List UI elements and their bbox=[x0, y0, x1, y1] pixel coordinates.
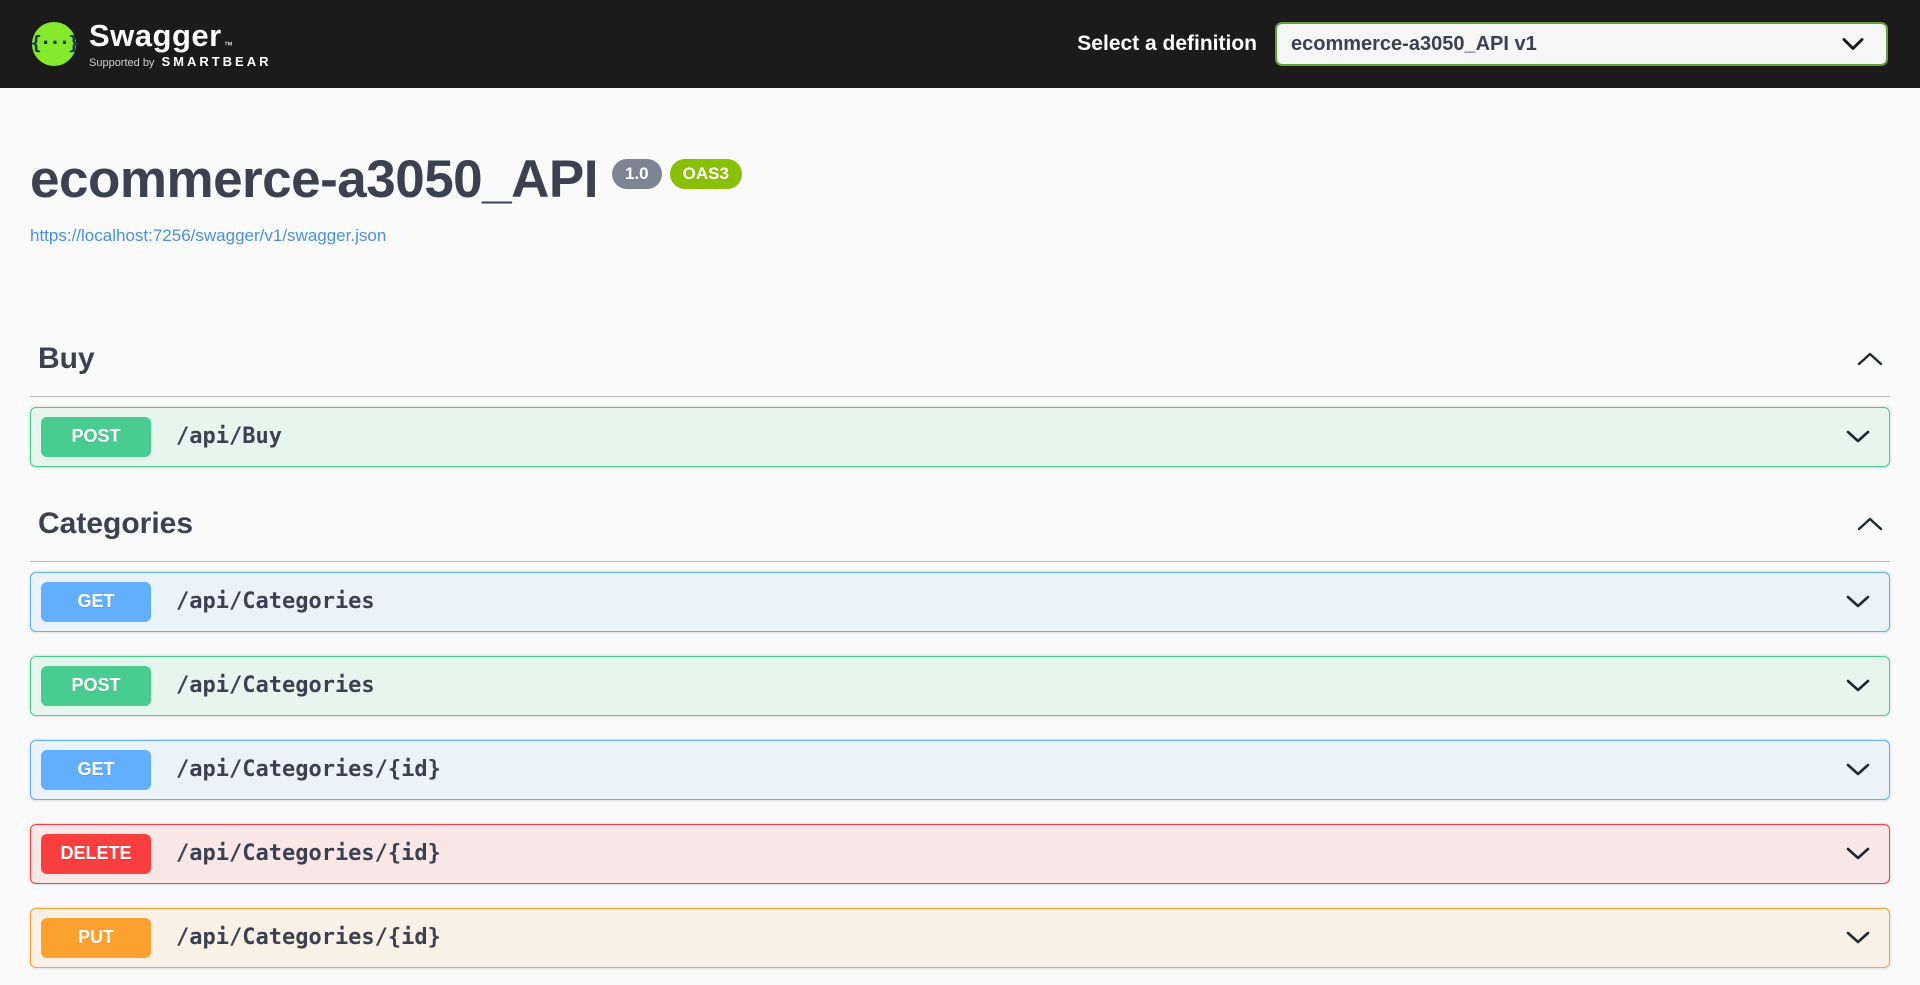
swagger-logo[interactable]: {···} Swagger ™ Supported by SMARTBEAR bbox=[32, 20, 272, 69]
expand-operation-button[interactable] bbox=[1845, 429, 1873, 444]
expand-operation-button[interactable] bbox=[1845, 594, 1873, 609]
page-title: ecommerce-a3050_API bbox=[30, 150, 598, 211]
chevron-up-icon bbox=[1856, 516, 1884, 532]
braces-icon: {···} bbox=[30, 32, 77, 54]
info-container: ecommerce-a3050_API 1.0 OAS3 https://loc… bbox=[30, 88, 1890, 246]
definition-selector: Select a definition ecommerce-a3050_API … bbox=[1077, 22, 1888, 66]
spec-url-link[interactable]: https://localhost:7256/swagger/v1/swagge… bbox=[30, 226, 386, 246]
operation-path: /api/Buy bbox=[176, 424, 282, 449]
operation-path: /api/Categories/{id} bbox=[176, 841, 441, 866]
method-badge: POST bbox=[41, 666, 151, 706]
tag-section-categories: Categories GET /api/Categories POST /api… bbox=[30, 507, 1890, 968]
chevron-down-icon bbox=[1845, 846, 1871, 861]
expand-operation-button[interactable] bbox=[1845, 846, 1873, 861]
tag-section-buy: Buy POST /api/Buy bbox=[30, 342, 1890, 467]
definition-label: Select a definition bbox=[1077, 32, 1257, 56]
operation-row[interactable]: POST /api/Buy bbox=[30, 407, 1890, 467]
expand-operation-button[interactable] bbox=[1845, 762, 1873, 777]
chevron-down-icon bbox=[1845, 678, 1871, 693]
brand-name: Swagger bbox=[89, 20, 222, 51]
tagline-prefix: Supported by bbox=[89, 57, 154, 69]
method-badge: GET bbox=[41, 582, 151, 622]
tag-header-buy[interactable]: Buy bbox=[30, 342, 1890, 397]
smartbear-brand: SMARTBEAR bbox=[161, 54, 271, 69]
operation-path: /api/Categories/{id} bbox=[176, 757, 441, 782]
topbar: {···} Swagger ™ Supported by SMARTBEAR S… bbox=[0, 0, 1920, 88]
collapse-section-button[interactable] bbox=[1850, 351, 1890, 367]
chevron-down-icon bbox=[1845, 429, 1871, 444]
swagger-logo-icon: {···} bbox=[32, 22, 76, 66]
version-badge: 1.0 bbox=[612, 159, 662, 189]
operation-row[interactable]: POST /api/Categories bbox=[30, 656, 1890, 716]
operation-row[interactable]: GET /api/Categories bbox=[30, 572, 1890, 632]
chevron-up-icon bbox=[1856, 351, 1884, 367]
definition-select[interactable]: ecommerce-a3050_API v1 bbox=[1275, 22, 1888, 66]
chevron-down-icon bbox=[1845, 762, 1871, 777]
operation-path: /api/Categories bbox=[176, 589, 375, 614]
expand-operation-button[interactable] bbox=[1845, 678, 1873, 693]
tag-title: Buy bbox=[30, 342, 95, 376]
operation-row[interactable]: DELETE /api/Categories/{id} bbox=[30, 824, 1890, 884]
method-badge: POST bbox=[41, 417, 151, 457]
operation-path: /api/Categories bbox=[176, 673, 375, 698]
operation-path: /api/Categories/{id} bbox=[176, 925, 441, 950]
chevron-down-icon bbox=[1845, 594, 1871, 609]
method-badge: DELETE bbox=[41, 834, 151, 874]
main-content: ecommerce-a3050_API 1.0 OAS3 https://loc… bbox=[0, 88, 1920, 985]
trademark: ™ bbox=[224, 40, 233, 50]
operation-row[interactable]: GET /api/Categories/{id} bbox=[30, 740, 1890, 800]
method-badge: GET bbox=[41, 750, 151, 790]
collapse-section-button[interactable] bbox=[1850, 516, 1890, 532]
oas3-badge: OAS3 bbox=[670, 159, 742, 189]
expand-operation-button[interactable] bbox=[1845, 930, 1873, 945]
tagline: Supported by SMARTBEAR bbox=[89, 54, 272, 69]
tag-title: Categories bbox=[30, 507, 193, 541]
method-badge: PUT bbox=[41, 918, 151, 958]
operation-row[interactable]: PUT /api/Categories/{id} bbox=[30, 908, 1890, 968]
chevron-down-icon bbox=[1845, 930, 1871, 945]
tag-header-categories[interactable]: Categories bbox=[30, 507, 1890, 562]
